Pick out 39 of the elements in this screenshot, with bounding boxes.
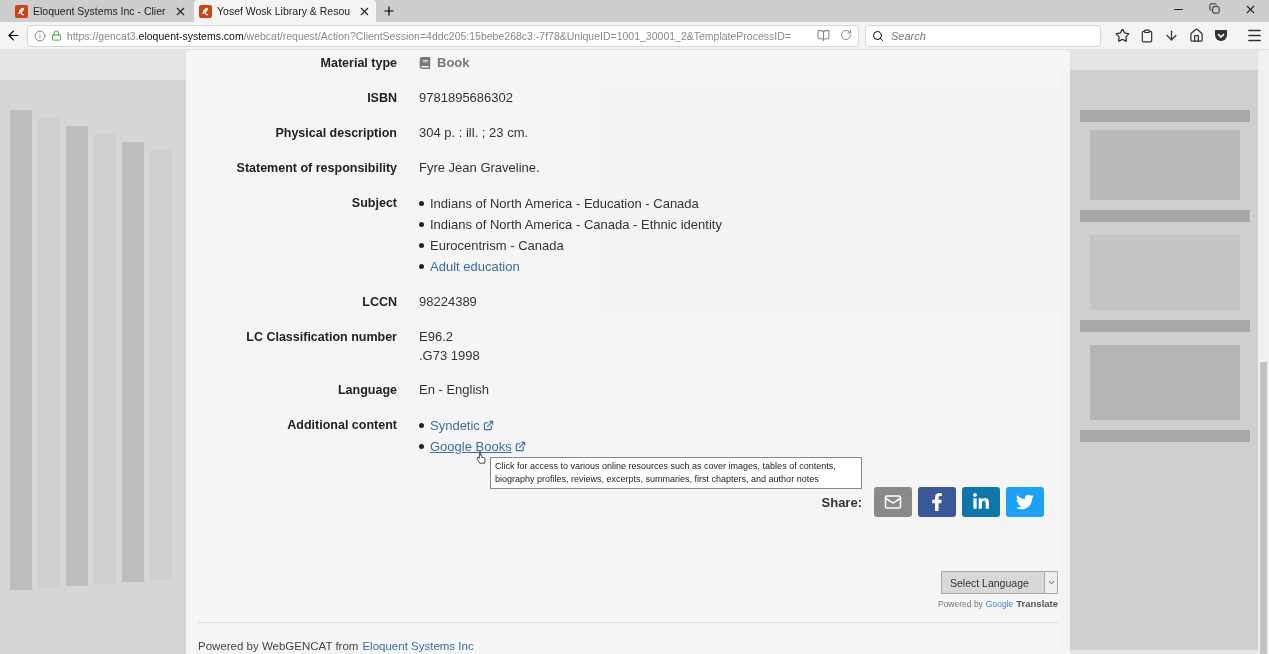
field-label: LC Classification number	[245, 329, 397, 346]
field-label: Statement of responsibility	[235, 160, 397, 177]
field-label: LCCN	[361, 294, 397, 311]
tab-title: Yosef Wosk Library & Resou	[217, 5, 352, 17]
search-field[interactable]: Search	[865, 24, 1101, 47]
footer-text: Powered by WebGENCAT from	[198, 640, 359, 652]
powered-by-text: Powered by	[937, 598, 983, 609]
field-value: Fyre Jean Graveline.	[419, 159, 541, 177]
address-field[interactable]: https://gencat3.eloquent-systems.com/webcat/request/Action?ClientSession=4ddc205:15bebe268c3:-7f78&UniqueID=1001_30001_2&TemplateProcessID=	[26, 24, 859, 47]
link[interactable]: Google Books	[430, 436, 526, 457]
link[interactable]: Syndetic	[430, 415, 494, 436]
tab-title: Eloquent Systems Inc - Clier	[33, 5, 167, 17]
field-value: Indians of North America - Canada - Ethnic identity	[430, 216, 722, 234]
link[interactable]: Adult education	[430, 256, 520, 277]
google-logo: Google	[985, 598, 1014, 609]
field-label: Additional content	[286, 417, 397, 434]
field-value: 9781895686302	[419, 89, 514, 107]
field-value: Indians of North America - Education - Canada	[430, 195, 699, 213]
field-value: En - English	[419, 381, 491, 399]
field-label: Language	[336, 382, 397, 399]
field-value: Eurocentrism - Canada	[430, 237, 564, 255]
browser-tab[interactable]: Eloquent Systems Inc - Clier	[10, 0, 192, 22]
field-value: .G73 1998	[419, 347, 481, 365]
share-label: Share:	[821, 494, 862, 510]
browser-tab[interactable]: Yosef Wosk Library & Resou	[194, 0, 376, 22]
translate-text: Translate	[1016, 598, 1058, 609]
tooltip: Click for access to various online resources such as cover images, tables of contents, biography profiles, reviews, excerpts, summaries, first chapters, and author notes	[490, 457, 862, 489]
field-label: Material type	[319, 55, 397, 72]
search-input[interactable]: Search	[889, 28, 1093, 43]
field-value: 98224389	[419, 293, 478, 311]
field-label: Physical description	[274, 125, 397, 142]
field-value: 304 p. : ill. ; 23 cm.	[419, 124, 530, 142]
field-value: E96.2	[419, 328, 454, 346]
footer-link[interactable]: Eloquent Systems Inc	[362, 640, 474, 652]
url-text: https://gencat3.eloquent-systems.com/webcat/request/Action?ClientSession=4ddc205:15bebe268c3:-7f78&UniqueID=1001_30001_2&TemplateProcessID=	[66, 29, 791, 42]
language-select[interactable]: Select Language	[941, 571, 1058, 594]
field-label: ISBN	[366, 90, 397, 107]
field-label: Subject	[350, 195, 397, 212]
material-type: Book	[419, 53, 1058, 72]
